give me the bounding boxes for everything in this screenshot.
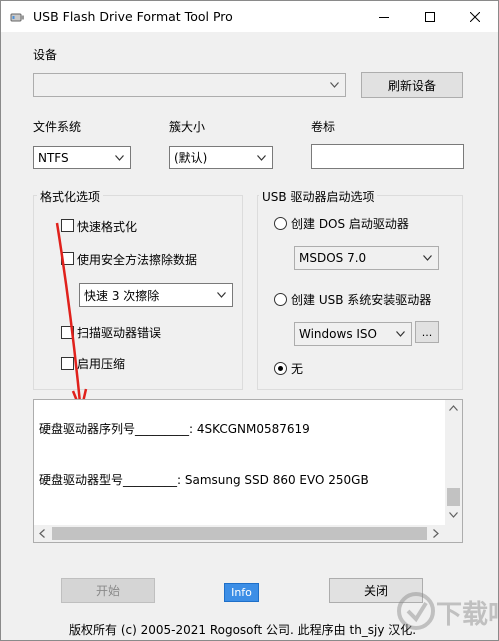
serial-number-line: 硬盘驱动器序列号_________: 4SKCGNM0587619 (39, 422, 310, 436)
volume-label-input[interactable] (311, 144, 464, 169)
installer-source-select[interactable]: Windows ISO (294, 322, 412, 346)
close-window-button[interactable] (452, 1, 498, 32)
chevron-down-icon (217, 292, 226, 298)
create-dos-radio[interactable] (274, 217, 287, 230)
watermark-text: 下载吧 (436, 600, 499, 630)
file-system-value: NTFS (38, 150, 69, 165)
watermark-logo-icon (397, 592, 435, 630)
horizontal-scrollbar[interactable] (34, 525, 445, 542)
chevron-down-icon (257, 154, 266, 161)
create-dos-label[interactable]: 创建 DOS 启动驱动器 (291, 215, 409, 232)
annotation-arrow-icon (55, 222, 88, 416)
dos-version-value: MSDOS 7.0 (299, 251, 367, 265)
refresh-devices-button[interactable]: 刷新设备 (361, 72, 463, 98)
boot-options-title: USB 驱动器启动选项 (259, 188, 378, 205)
model-line: 硬盘驱动器型号_________: Samsung SSD 860 EVO 25… (39, 473, 369, 487)
chevron-down-icon (396, 331, 405, 337)
file-system-label: 文件系统 (33, 120, 82, 134)
file-system-select[interactable]: NTFS (33, 146, 131, 169)
device-select[interactable] (33, 73, 346, 97)
format-options-title: 格式化选项 (37, 188, 104, 205)
create-usb-installer-label[interactable]: 创建 USB 系统安装驱动器 (291, 291, 431, 308)
scrollbar-corner (445, 525, 462, 542)
watermark-logo: 下载吧 (396, 589, 499, 635)
cluster-size-label: 簇大小 (169, 120, 206, 134)
chevron-down-icon (330, 82, 339, 88)
maximize-icon (425, 11, 435, 22)
chevron-down-icon (115, 154, 124, 161)
scroll-left-icon[interactable] (39, 529, 45, 538)
minimize-button[interactable] (361, 1, 407, 32)
browse-button[interactable]: ... (415, 321, 439, 343)
create-usb-installer-radio[interactable] (274, 293, 287, 306)
cluster-size-value: (默认) (174, 151, 208, 165)
erase-method-select[interactable]: 快速 3 次擦除 (79, 283, 233, 307)
none-radio[interactable] (274, 362, 287, 375)
vertical-scroll-thumb[interactable] (447, 488, 460, 506)
minimize-icon (379, 16, 389, 18)
info-button[interactable]: Info (224, 583, 259, 602)
start-button[interactable]: 开始 (61, 578, 155, 603)
scroll-down-icon[interactable] (449, 512, 458, 518)
none-label[interactable]: 无 (291, 360, 303, 377)
copyright-text: 版权所有 (c) 2005-2021 Rogosoft 公司. 此程序由 th_… (69, 623, 417, 637)
close-icon (470, 11, 480, 22)
main-window: USB Flash Drive Format Tool Pro 设备 刷新设备 … (0, 0, 499, 641)
secure-erase-label[interactable]: 使用安全方法擦除数据 (77, 251, 197, 268)
horizontal-scroll-thumb[interactable] (52, 527, 427, 540)
chevron-down-icon (423, 255, 432, 261)
window-title: USB Flash Drive Format Tool Pro (33, 9, 233, 24)
usb-drive-icon (10, 13, 24, 22)
device-label: 设备 (33, 48, 58, 62)
drive-info-panel[interactable]: 硬盘驱动器序列号_________: 4SKCGNM0587619 硬盘驱动器型… (33, 399, 463, 543)
dos-version-select[interactable]: MSDOS 7.0 (294, 246, 439, 270)
scroll-up-icon[interactable] (449, 405, 458, 411)
installer-source-value: Windows ISO (299, 327, 377, 341)
scroll-right-icon[interactable] (433, 529, 439, 538)
erase-method-value: 快速 3 次擦除 (84, 288, 160, 303)
vertical-scrollbar[interactable] (445, 400, 462, 525)
cluster-size-select[interactable]: (默认) (169, 146, 273, 169)
volume-label-label: 卷标 (311, 120, 336, 134)
title-bar: USB Flash Drive Format Tool Pro (1, 1, 498, 32)
maximize-button[interactable] (407, 1, 453, 32)
